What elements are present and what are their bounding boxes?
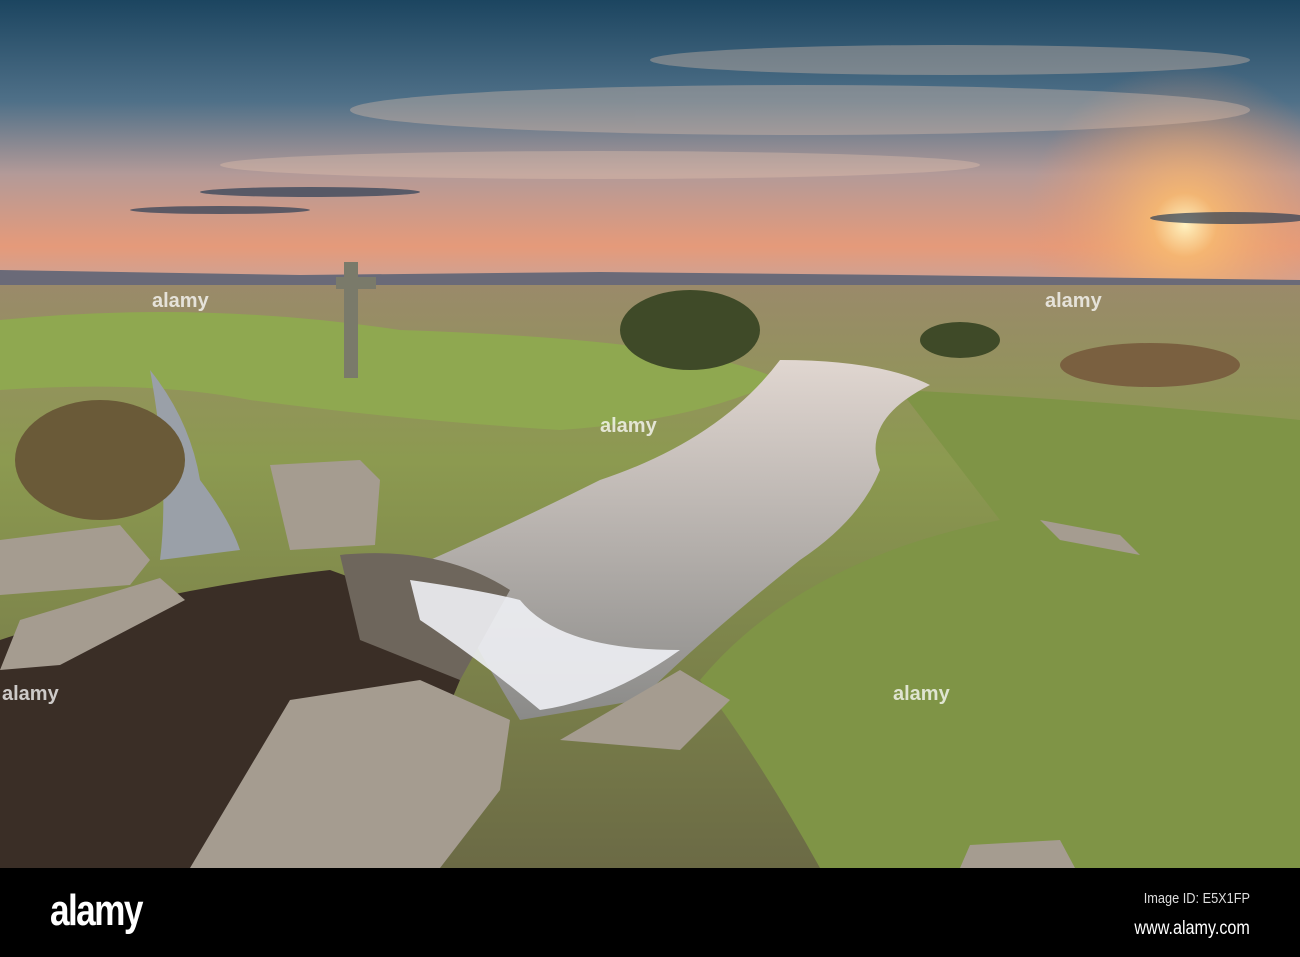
watermark: alamy xyxy=(1045,290,1102,312)
watermark: alamy xyxy=(2,683,59,705)
watermark: alamy xyxy=(893,683,950,705)
stock-photo: alamy alamy alamy alamy alamy alamy Imag… xyxy=(0,0,1300,957)
website-url: www.alamy.com xyxy=(1134,918,1250,939)
image-id: Image ID: E5X1FP xyxy=(1143,890,1250,907)
sun-glow xyxy=(0,0,1300,290)
footer-bar: alamy Image ID: E5X1FP www.alamy.com xyxy=(0,868,1300,957)
watermark: alamy xyxy=(152,290,209,312)
alamy-logo: alamy xyxy=(50,886,143,935)
watermark: alamy xyxy=(600,415,657,437)
